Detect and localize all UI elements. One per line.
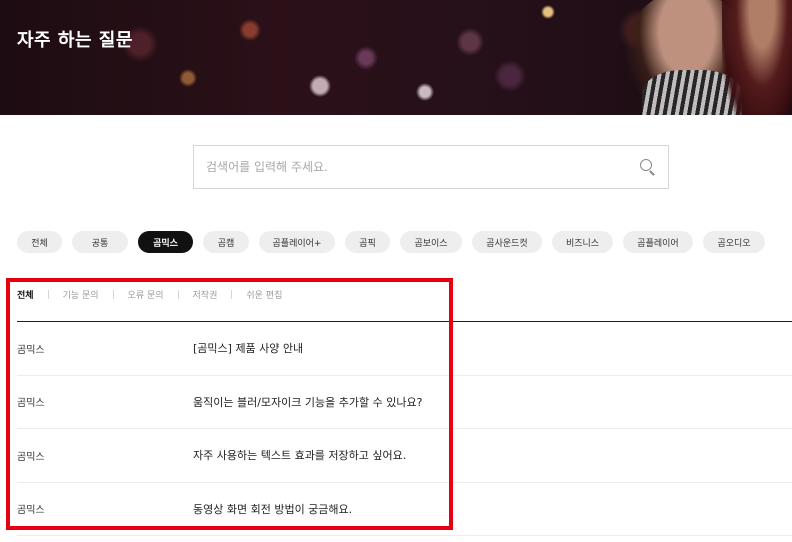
- chip-common[interactable]: 공통: [72, 231, 128, 253]
- search-box: [193, 145, 669, 189]
- page-title: 자주 하는 질문: [17, 30, 133, 51]
- chip-gomaudio[interactable]: 곰오디오: [703, 231, 765, 253]
- chip-gompic[interactable]: 곰픽: [345, 231, 390, 253]
- chip-gomsoundcut[interactable]: 곰사운드컷: [472, 231, 542, 253]
- hero-banner: 자주 하는 질문: [0, 0, 792, 115]
- chip-business[interactable]: 비즈니스: [552, 231, 613, 253]
- category-chips: 전체 공통 곰믹스 곰캠 곰플레이어+ 곰픽 곰보이스 곰사운드컷 비즈니스 곰…: [17, 231, 775, 253]
- chip-gomplayer-plus[interactable]: 곰플레이어+: [259, 231, 335, 253]
- chip-gomcam[interactable]: 곰캠: [203, 231, 249, 253]
- search-icon[interactable]: [640, 159, 656, 176]
- highlight-box: [6, 278, 453, 530]
- chip-gommix[interactable]: 곰믹스: [138, 231, 193, 253]
- chip-gomvoice[interactable]: 곰보이스: [400, 231, 462, 253]
- search-input[interactable]: [206, 160, 640, 174]
- hero-image-secondary: [722, 0, 792, 115]
- chip-gomplayer[interactable]: 곰플레이어: [623, 231, 693, 253]
- chip-all[interactable]: 전체: [17, 231, 62, 253]
